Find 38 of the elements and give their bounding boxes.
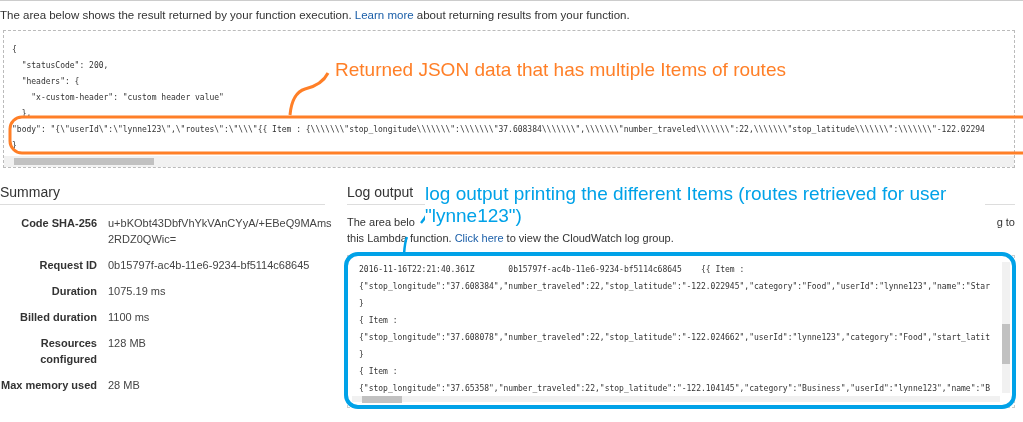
summary-value: 0b15797f-ac4b-11e6-9234-bf5114c68645: [108, 258, 311, 273]
summary-value: 128 MB: [108, 336, 147, 351]
vertical-scrollbar[interactable]: [1002, 262, 1010, 393]
log-line: {"stop_longitude":"37.608384","number_traveled":22,"stop_latitude":"-122.022945","category":"Food","userId":"lynne123","name":"Star: [359, 281, 990, 293]
summary-label: Request ID: [38, 258, 97, 273]
log-line: }: [359, 349, 364, 361]
summary-value: 28 MB: [108, 378, 141, 393]
result-description: The area below shows the result returned by your function execution. Learn more about returning results from your function.: [0, 9, 631, 21]
learn-more-link[interactable]: Learn more: [354, 9, 414, 21]
horizontal-scrollbar[interactable]: [4, 156, 1014, 167]
summary-heading: Summary: [0, 184, 325, 205]
summary-label: Duration: [50, 284, 97, 299]
log-description: this Lambda function.: [347, 232, 452, 244]
log-description: to view the CloudWatch log group.: [506, 232, 674, 244]
leader-line: [288, 72, 330, 116]
summary-value: 1100 ms: [108, 310, 151, 325]
code-line: {: [12, 44, 17, 56]
summary-label: Max memory used: [0, 378, 97, 393]
log-line: 2016-11-16T22:21:40.361Z 0b15797f-ac4b-11e6-9234-bf5114c68645 {{ Item :: [359, 264, 745, 276]
log-line: { Item :: [359, 366, 398, 378]
summary-label: Billed duration: [19, 310, 97, 325]
log-line: }: [359, 298, 364, 310]
log-line: {"stop_longitude":"37.608078","number_traveled":22,"stop_latitude":"-122.024662","userId":"lynne123","category":"Food","start_latit: [359, 332, 990, 344]
click-here-link[interactable]: Click here: [454, 232, 504, 244]
code-line: "body": "{\"userId\":\"lynne123\",\"routes\":\"\\\"{{ Item : {\\\\\\\"stop_longitude\\\\\\\":\\\\\\\"37.608384\\\\\\\",\\\\\\\"number_traveled\\\\\\\":22,\\\\\\\"stop_latitude\\\\\\\":\\\\\\\"-122.02294: [12, 124, 985, 136]
summary-label: Resources configured: [39, 336, 97, 367]
log-line: {"stop_longitude":"37.65358","number_traveled":22,"stop_latitude":"-122.104145","category":"Business","userId":"lynne123","name":"B: [359, 383, 990, 395]
log-line: { Item :: [359, 315, 398, 327]
log-description: The area belo: [347, 215, 415, 230]
horizontal-scrollbar[interactable]: [352, 396, 1000, 402]
annotation-text: Returned JSON data that has multiple Items of routes: [335, 59, 786, 81]
code-line: "statusCode": 200,: [20, 60, 109, 72]
code-line: "headers": {: [20, 76, 80, 88]
log-description: g to: [996, 215, 1015, 230]
summary-value: 1075.19 ms: [108, 284, 167, 299]
code-line: "x-custom-header": "custom header value": [30, 92, 224, 104]
summary-value: u+bKObt43DbfVhYkVAnCYyA/+EBeQ9MAms 2RDZ0QWic=: [108, 216, 333, 247]
summary-label: Code SHA-256: [20, 216, 97, 231]
